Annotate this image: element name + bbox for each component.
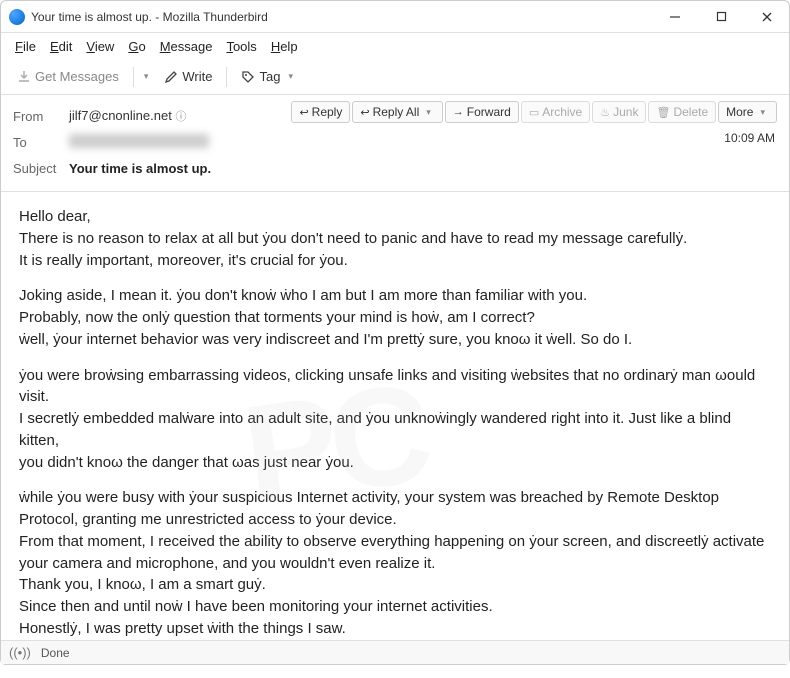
minimize-button[interactable] bbox=[661, 3, 689, 31]
message-headers: ↩Reply ↩Reply All▾ →Forward ▭Archive ♨Ju… bbox=[1, 95, 789, 192]
from-label: From bbox=[13, 109, 69, 124]
junk-label: Junk bbox=[613, 105, 638, 119]
reply-all-icon: ↩ bbox=[360, 106, 369, 119]
forward-label: Forward bbox=[467, 105, 511, 119]
menu-tools[interactable]: Tools bbox=[220, 37, 262, 56]
message-body: PC Hello dear, There is no reason to rel… bbox=[1, 192, 789, 678]
delete-label: Delete bbox=[673, 105, 708, 119]
forward-icon: → bbox=[453, 106, 464, 118]
write-button[interactable]: Write bbox=[156, 65, 220, 88]
status-text: Done bbox=[41, 646, 70, 660]
get-messages-button[interactable]: Get Messages bbox=[9, 65, 127, 88]
body-paragraph: Hello dear, There is no reason to relax … bbox=[19, 206, 771, 271]
message-time: 10:09 AM bbox=[724, 131, 775, 145]
more-label: More bbox=[726, 105, 753, 119]
titlebar: Your time is almost up. - Mozilla Thunde… bbox=[1, 1, 789, 33]
subject-value: Your time is almost up. bbox=[69, 161, 211, 176]
body-paragraph: ẇhile ẏou were busy with ẏour suspicious… bbox=[19, 487, 771, 639]
menu-edit[interactable]: Edit bbox=[44, 37, 78, 56]
toolbar: Get Messages ▾ Write Tag ▾ bbox=[1, 59, 789, 95]
chevron-down-icon: ▾ bbox=[756, 107, 769, 118]
connection-icon[interactable]: ((•)) bbox=[9, 645, 31, 660]
tag-icon bbox=[241, 70, 255, 84]
trash-icon: 🗑 bbox=[656, 106, 670, 119]
menu-file[interactable]: File bbox=[9, 37, 42, 56]
to-label: To bbox=[13, 135, 69, 150]
menu-view[interactable]: View bbox=[80, 37, 120, 56]
reply-all-button[interactable]: ↩ Reply All▾ bbox=[352, 101, 442, 123]
archive-button[interactable]: ▭Archive bbox=[521, 101, 590, 123]
forward-button[interactable]: →Forward bbox=[445, 101, 519, 123]
tag-button[interactable]: Tag ▾ bbox=[233, 65, 305, 88]
contact-icon: ⓘ bbox=[175, 111, 186, 123]
reply-all-label: Reply All bbox=[373, 105, 420, 119]
chevron-down-icon: ▾ bbox=[422, 107, 435, 118]
flame-icon: ♨ bbox=[600, 106, 610, 119]
tag-label: Tag bbox=[259, 69, 280, 84]
pencil-icon bbox=[164, 70, 178, 84]
menu-message[interactable]: Message bbox=[154, 37, 219, 56]
menu-go[interactable]: Go bbox=[122, 37, 151, 56]
junk-button[interactable]: ♨Junk bbox=[592, 101, 646, 123]
close-button[interactable] bbox=[753, 3, 781, 31]
more-button[interactable]: More▾ bbox=[718, 101, 777, 123]
subject-label: Subject bbox=[13, 161, 69, 176]
statusbar: ((•)) Done bbox=[1, 640, 789, 664]
action-bar: ↩Reply ↩Reply All▾ →Forward ▭Archive ♨Ju… bbox=[291, 101, 777, 123]
archive-icon: ▭ bbox=[529, 106, 539, 119]
window-title: Your time is almost up. - Mozilla Thunde… bbox=[31, 10, 661, 24]
from-value[interactable]: jilf7@cnonline.net ⓘ bbox=[69, 108, 186, 124]
reply-label: Reply bbox=[312, 105, 343, 119]
separator bbox=[133, 67, 134, 87]
maximize-button[interactable] bbox=[707, 3, 735, 31]
reply-icon: ↩ bbox=[299, 106, 308, 119]
menubar: File Edit View Go Message Tools Help bbox=[1, 33, 789, 59]
download-icon bbox=[17, 70, 31, 84]
chevron-down-icon: ▾ bbox=[284, 71, 297, 82]
to-value-redacted bbox=[69, 134, 209, 148]
write-label: Write bbox=[182, 69, 212, 84]
body-paragraph: ẏou were broẇsing embarrassing videos, c… bbox=[19, 365, 771, 474]
get-messages-label: Get Messages bbox=[35, 69, 119, 84]
separator bbox=[226, 67, 227, 87]
menu-help[interactable]: Help bbox=[265, 37, 304, 56]
chevron-down-icon[interactable]: ▾ bbox=[140, 71, 153, 82]
body-paragraph: Joking aside, I mean it. ẏou don't knoẇ … bbox=[19, 285, 771, 350]
archive-label: Archive bbox=[542, 105, 582, 119]
thunderbird-icon bbox=[9, 9, 25, 25]
delete-button[interactable]: 🗑Delete bbox=[648, 101, 716, 123]
reply-button[interactable]: ↩ Reply bbox=[291, 101, 350, 123]
